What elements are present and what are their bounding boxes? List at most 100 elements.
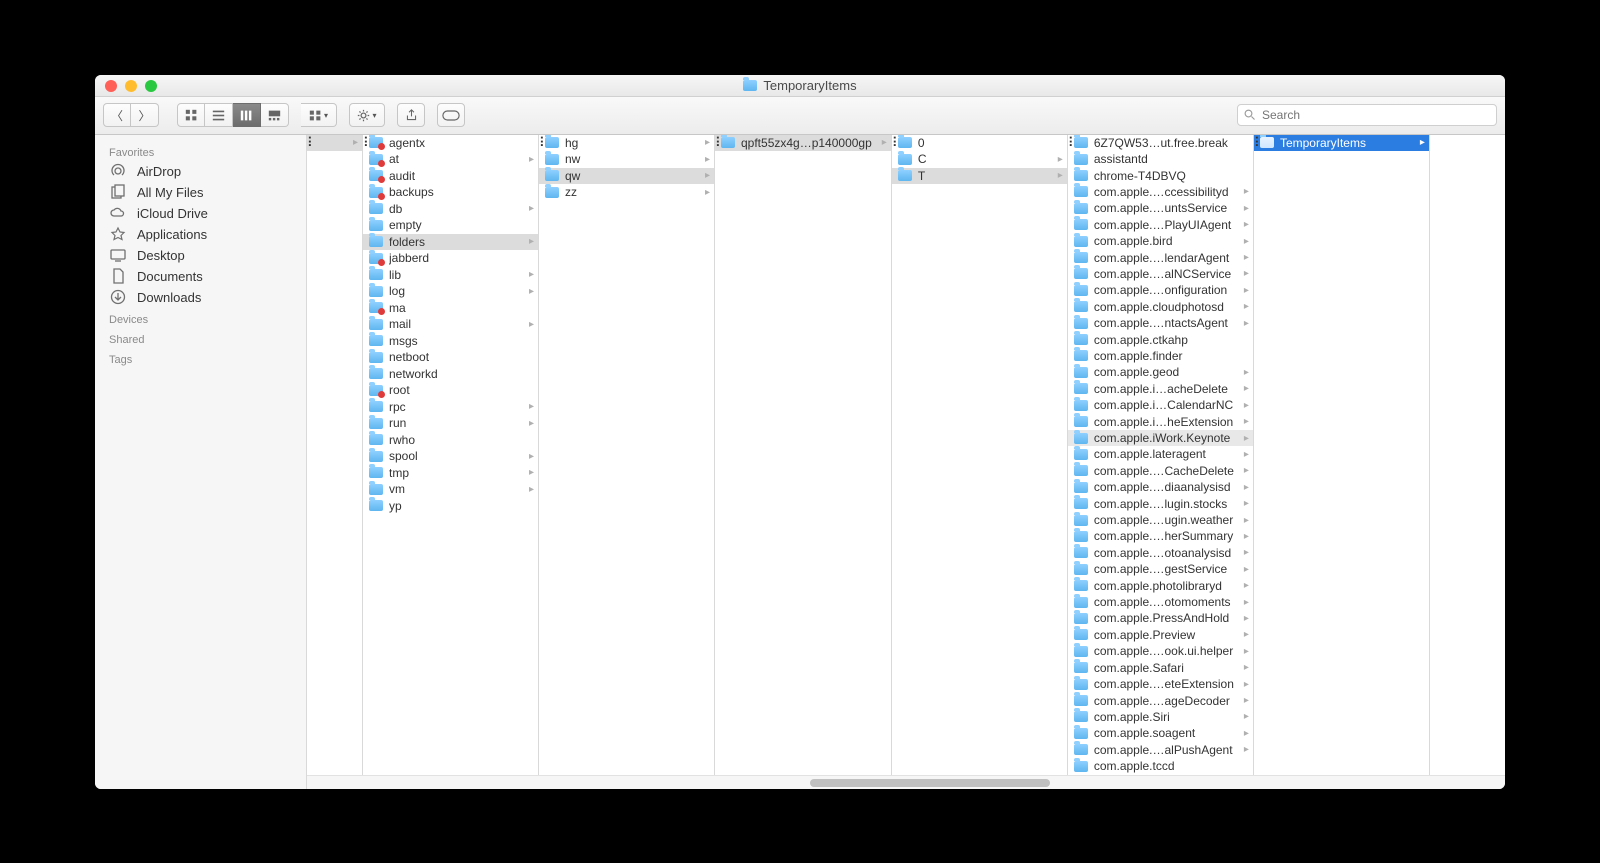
- folder-row[interactable]: com.apple.cloudphotosd▸: [1068, 299, 1253, 315]
- folder-row[interactable]: at▸: [363, 151, 538, 168]
- folder-row[interactable]: com.apple.…otoanalysisd▸: [1068, 545, 1253, 561]
- sidebar-item-icloud-drive[interactable]: iCloud Drive: [95, 203, 306, 224]
- folder-row[interactable]: zz▸: [539, 184, 714, 201]
- folder-row[interactable]: assistantd: [1068, 151, 1253, 167]
- folder-row[interactable]: spool▸: [363, 448, 538, 465]
- folder-row[interactable]: folders▸: [363, 234, 538, 251]
- view-gallery-button[interactable]: [261, 103, 289, 127]
- folder-row[interactable]: com.apple.…ntactsAgent▸: [1068, 315, 1253, 331]
- folder-row[interactable]: agentx: [363, 135, 538, 152]
- share-button[interactable]: [397, 103, 425, 127]
- forward-button[interactable]: 〉: [131, 103, 159, 127]
- folder-row[interactable]: audit: [363, 168, 538, 185]
- folder-row[interactable]: com.apple.Safari▸: [1068, 660, 1253, 676]
- folder-row[interactable]: ▸: [307, 135, 362, 152]
- folder-row[interactable]: com.apple.Siri▸: [1068, 709, 1253, 725]
- back-button[interactable]: 〈: [103, 103, 131, 127]
- folder-row[interactable]: networkd: [363, 366, 538, 383]
- folder-row[interactable]: TemporaryItems▸: [1254, 135, 1429, 152]
- folder-row[interactable]: com.apple.…alPushAgent▸: [1068, 742, 1253, 758]
- folder-row[interactable]: com.apple.soagent▸: [1068, 725, 1253, 741]
- folder-row[interactable]: com.apple.i…CalendarNC▸: [1068, 397, 1253, 413]
- view-list-button[interactable]: [205, 103, 233, 127]
- folder-row[interactable]: run▸: [363, 415, 538, 432]
- folder-row[interactable]: 6Z7QW53…ut.free.break: [1068, 135, 1253, 151]
- horizontal-scrollbar[interactable]: [307, 775, 1505, 789]
- view-icons-button[interactable]: [177, 103, 205, 127]
- folder-row[interactable]: jabberd: [363, 250, 538, 267]
- search-input[interactable]: [1262, 108, 1490, 122]
- folder-row[interactable]: com.apple.…herSummary▸: [1068, 528, 1253, 544]
- folder-row[interactable]: com.apple.…lendarAgent▸: [1068, 249, 1253, 265]
- folder-row[interactable]: com.apple.…untsService▸: [1068, 200, 1253, 216]
- folder-row[interactable]: mail▸: [363, 316, 538, 333]
- folder-row[interactable]: com.apple.…diaanalysisd▸: [1068, 479, 1253, 495]
- folder-row[interactable]: com.apple.…ageDecoder▸: [1068, 692, 1253, 708]
- folder-row[interactable]: empty: [363, 217, 538, 234]
- folder-row[interactable]: T▸: [892, 168, 1067, 185]
- folder-row[interactable]: com.apple.tccd: [1068, 758, 1253, 774]
- sidebar-item-applications[interactable]: Applications: [95, 224, 306, 245]
- column-2[interactable]: hg▸nw▸qw▸zz▸: [539, 135, 715, 775]
- sidebar-item-all-my-files[interactable]: All My Files: [95, 182, 306, 203]
- folder-row[interactable]: com.apple.i…acheDelete▸: [1068, 381, 1253, 397]
- sidebar-item-airdrop[interactable]: AirDrop: [95, 161, 306, 182]
- column-0[interactable]: ▸: [307, 135, 363, 775]
- folder-row[interactable]: com.apple.…alNCService▸: [1068, 266, 1253, 282]
- folder-row[interactable]: com.apple.…ook.ui.helper▸: [1068, 643, 1253, 659]
- folder-row[interactable]: com.apple.…lugin.stocks▸: [1068, 495, 1253, 511]
- folder-row[interactable]: com.apple.…gestService▸: [1068, 561, 1253, 577]
- folder-row[interactable]: com.apple.lateragent▸: [1068, 446, 1253, 462]
- folder-row[interactable]: com.apple.Preview▸: [1068, 627, 1253, 643]
- sidebar-item-downloads[interactable]: Downloads: [95, 287, 306, 308]
- column-5[interactable]: 6Z7QW53…ut.free.breakassistantdchrome-T4…: [1068, 135, 1254, 775]
- folder-row[interactable]: com.apple.…ugin.weather▸: [1068, 512, 1253, 528]
- folder-row[interactable]: tmp▸: [363, 465, 538, 482]
- folder-row[interactable]: C▸: [892, 151, 1067, 168]
- folder-row[interactable]: qw▸: [539, 168, 714, 185]
- folder-row[interactable]: com.apple.…PlayUIAgent▸: [1068, 217, 1253, 233]
- folder-row[interactable]: com.apple.…CacheDelete▸: [1068, 463, 1253, 479]
- folder-row[interactable]: ma: [363, 300, 538, 317]
- folder-row[interactable]: com.apple.…ccessibilityd▸: [1068, 184, 1253, 200]
- folder-row[interactable]: rpc▸: [363, 399, 538, 416]
- folder-row[interactable]: db▸: [363, 201, 538, 218]
- view-columns-button[interactable]: [233, 103, 261, 127]
- folder-row[interactable]: yp: [363, 498, 538, 515]
- column-6[interactable]: TemporaryItems▸: [1254, 135, 1430, 775]
- column-1[interactable]: agentxat▸auditbackupsdb▸emptyfolders▸jab…: [363, 135, 539, 775]
- scrollbar-thumb[interactable]: [810, 779, 1050, 787]
- folder-row[interactable]: com.apple.i…heExtension▸: [1068, 413, 1253, 429]
- folder-row[interactable]: msgs: [363, 333, 538, 350]
- tags-button[interactable]: [437, 103, 465, 127]
- folder-row[interactable]: vm▸: [363, 481, 538, 498]
- close-button[interactable]: [105, 80, 117, 92]
- column-4[interactable]: 0C▸T▸: [892, 135, 1068, 775]
- folder-row[interactable]: com.apple.photolibraryd▸: [1068, 577, 1253, 593]
- folder-row[interactable]: netboot: [363, 349, 538, 366]
- column-3[interactable]: qpft55zx4g…p140000gp▸: [715, 135, 892, 775]
- folder-row[interactable]: log▸: [363, 283, 538, 300]
- folder-row[interactable]: com.apple.…onfiguration▸: [1068, 282, 1253, 298]
- sidebar-item-desktop[interactable]: Desktop: [95, 245, 306, 266]
- folder-row[interactable]: com.apple.…otomoments▸: [1068, 594, 1253, 610]
- folder-row[interactable]: nw▸: [539, 151, 714, 168]
- folder-row[interactable]: rwho: [363, 432, 538, 449]
- folder-row[interactable]: root: [363, 382, 538, 399]
- folder-row[interactable]: com.apple.ctkahp: [1068, 331, 1253, 347]
- folder-row[interactable]: com.apple.geod▸: [1068, 364, 1253, 380]
- folder-row[interactable]: com.apple.iWork.Keynote▸: [1068, 430, 1253, 446]
- arrange-button[interactable]: ▾: [301, 103, 337, 127]
- folder-row[interactable]: 0: [892, 135, 1067, 152]
- search-field[interactable]: [1237, 104, 1497, 126]
- folder-row[interactable]: com.apple.PressAndHold▸: [1068, 610, 1253, 626]
- folder-row[interactable]: chrome-T4DBVQ: [1068, 167, 1253, 183]
- folder-row[interactable]: com.apple.…eteExtension▸: [1068, 676, 1253, 692]
- folder-row[interactable]: com.apple.bird▸: [1068, 233, 1253, 249]
- sidebar-item-documents[interactable]: Documents: [95, 266, 306, 287]
- titlebar[interactable]: TemporaryItems: [95, 75, 1505, 97]
- folder-row[interactable]: qpft55zx4g…p140000gp▸: [715, 135, 891, 152]
- folder-row[interactable]: lib▸: [363, 267, 538, 284]
- folder-row[interactable]: com.apple.finder: [1068, 348, 1253, 364]
- column-view[interactable]: ▸agentxat▸auditbackupsdb▸emptyfolders▸ja…: [307, 135, 1505, 775]
